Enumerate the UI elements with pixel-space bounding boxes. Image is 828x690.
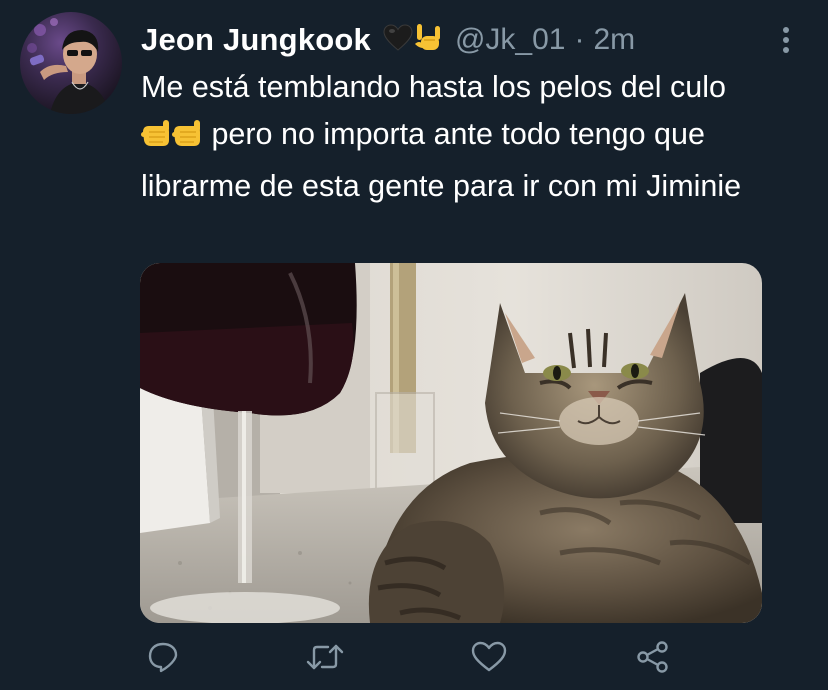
- user-handle[interactable]: @Jk_01: [455, 23, 566, 57]
- more-options-button[interactable]: [768, 16, 804, 64]
- separator-dot: ·: [574, 23, 585, 56]
- tweet-media-photo[interactable]: [140, 263, 762, 623]
- like-icon: [471, 641, 507, 672]
- more-vertical-icon: [783, 27, 789, 53]
- tweet-header: Jeon Jungkook @Jk_01 · 2m: [141, 18, 635, 62]
- display-name[interactable]: Jeon Jungkook: [141, 22, 371, 58]
- black-heart-emoji: [383, 23, 413, 57]
- reply-icon: [148, 642, 178, 673]
- tweet-text-part-1: Me está temblando hasta los pelos del cu…: [141, 70, 726, 104]
- tweet-text: Me está temblando hasta los pelos del cu…: [141, 64, 781, 210]
- share-icon: [637, 641, 668, 673]
- share-button[interactable]: [630, 634, 676, 680]
- reply-button[interactable]: [140, 634, 186, 680]
- name-emojis: [383, 22, 443, 59]
- love-you-gesture-emoji: [414, 22, 443, 59]
- tweet-actions: [140, 634, 700, 680]
- like-button[interactable]: [466, 634, 512, 680]
- tweet: Jeon Jungkook @Jk_01 · 2m Me está tembla…: [0, 0, 828, 690]
- avatar[interactable]: [20, 12, 122, 114]
- retweet-icon: [306, 644, 344, 670]
- retweet-button[interactable]: [302, 634, 348, 680]
- timestamp[interactable]: 2m: [593, 23, 635, 57]
- tweet-text-part-2: pero no importa ante todo tengo que libr…: [141, 116, 742, 204]
- call-me-hand-emoji: [141, 117, 203, 164]
